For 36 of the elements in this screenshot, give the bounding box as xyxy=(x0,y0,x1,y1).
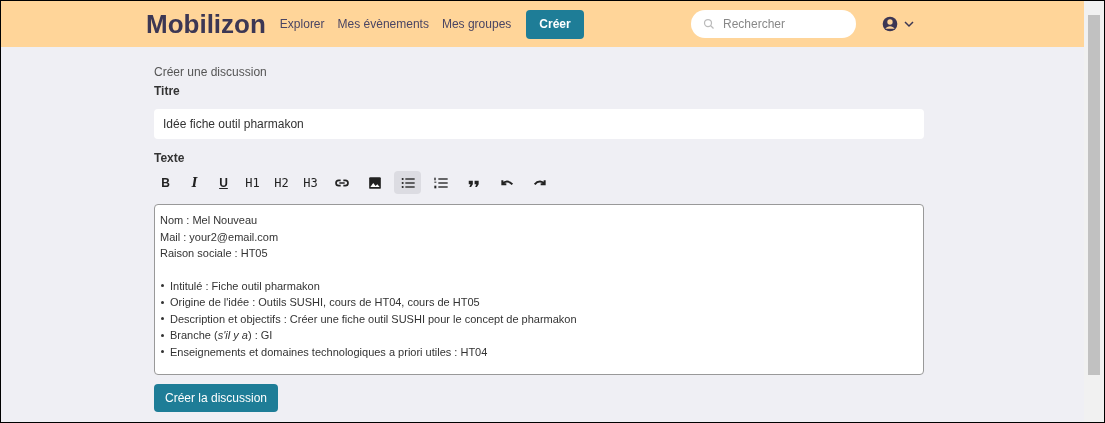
format-button[interactable]: I xyxy=(183,171,206,194)
account-menu[interactable] xyxy=(882,16,914,32)
field-label: Texte xyxy=(154,150,186,167)
format-button[interactable]: U xyxy=(212,171,235,194)
format-button[interactable]: H2 xyxy=(270,171,293,194)
nav-link[interactable]: Mes évènements xyxy=(337,15,429,33)
user-icon xyxy=(882,16,898,32)
nav-link[interactable]: Mes groupes xyxy=(441,15,512,33)
search-field[interactable]: Rechercher xyxy=(691,10,856,38)
search-icon xyxy=(703,18,715,30)
bullet-icon xyxy=(161,300,164,304)
logo[interactable]: Mobilizon xyxy=(146,4,266,44)
list-item-text: Origine de l'idée : Outils SUSHI, cours de HT04, cours de HT05 xyxy=(170,295,480,310)
list-item-text: Description et objectifs : Créer une fiche outil SUSHI pour le concept de pharmakon xyxy=(170,311,577,327)
chevron-down-icon xyxy=(904,19,914,29)
editor-line: Mail : your2@email.com xyxy=(160,229,279,245)
format-button[interactable]: H3 xyxy=(299,171,322,194)
editor-line: Raison sociale : HT05 xyxy=(160,246,268,261)
bullet-icon xyxy=(161,350,164,354)
field-label: Titre xyxy=(154,83,181,100)
image-icon xyxy=(367,175,382,190)
bullet-icon xyxy=(161,317,164,321)
list-item-text: Intitulé : Fiche outil pharmakon xyxy=(170,278,320,294)
text-editor[interactable] xyxy=(154,204,924,375)
editor-line: Nom : Mel Nouveau xyxy=(160,213,258,228)
submit-button[interactable]: Créer la discussion xyxy=(154,384,279,412)
title-field[interactable]: Idée fiche outil pharmakon xyxy=(154,109,924,139)
create-button[interactable]: Créer xyxy=(526,9,584,39)
nav-link[interactable]: Explorer xyxy=(279,15,325,33)
list-item-text: Branche (s'il y a) : GI xyxy=(170,328,273,343)
format-button[interactable]: H1 xyxy=(241,171,264,194)
bullet-icon xyxy=(161,333,164,337)
bullet-icon xyxy=(161,284,164,288)
page-heading: Créer une discussion xyxy=(154,64,268,81)
format-button[interactable]: B xyxy=(154,171,177,194)
list-item-text: Enseignements et domaines technologiques a priori utiles : HT04 xyxy=(170,344,488,360)
